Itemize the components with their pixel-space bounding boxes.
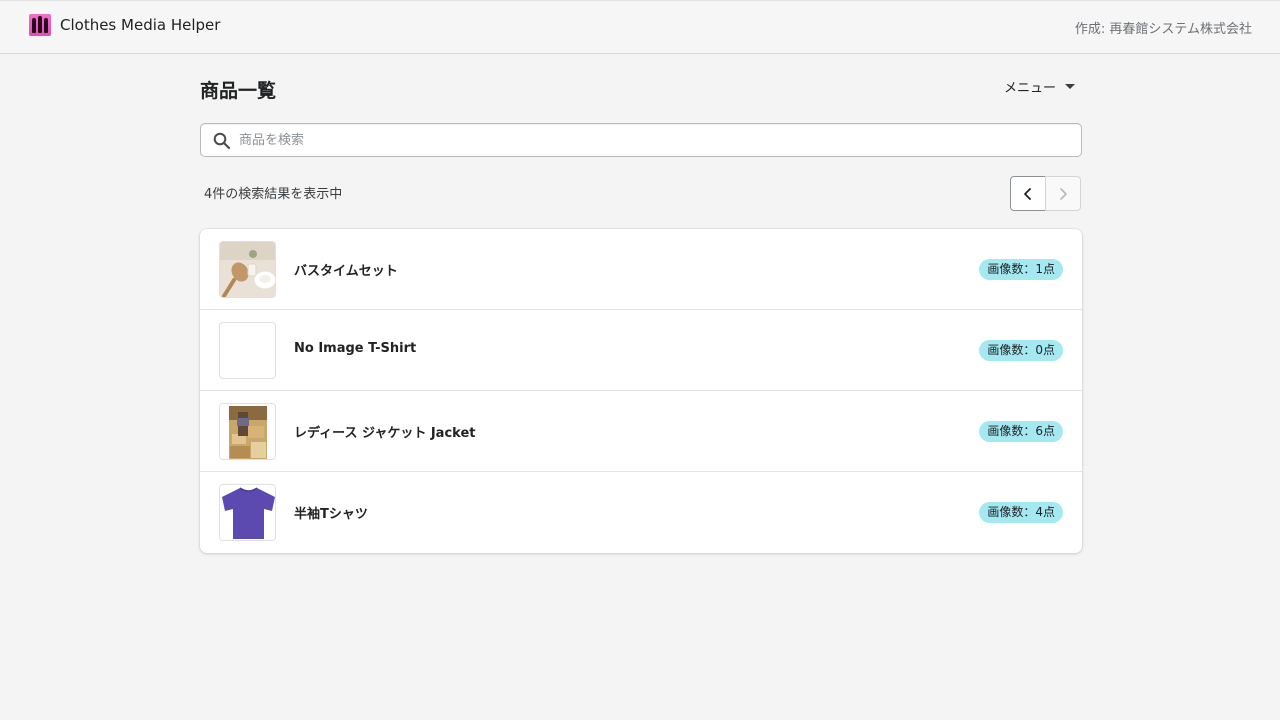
image-count-badge: 画像数：1点 — [979, 259, 1063, 280]
product-row[interactable]: バスタイムセット 画像数：1点 — [200, 229, 1082, 310]
tshirt-image — [220, 485, 275, 540]
search-bar[interactable] — [200, 123, 1082, 157]
app-name: Clothes Media Helper — [60, 16, 221, 34]
menu-button[interactable]: メニュー — [1004, 76, 1076, 96]
product-name: 半袖Tシャツ — [294, 507, 368, 522]
app-logo-icon — [29, 14, 51, 36]
product-thumbnail — [219, 403, 276, 460]
image-count-badge: 画像数：4点 — [979, 502, 1063, 523]
bath-set-image — [220, 242, 275, 297]
product-name: バスタイムセット — [294, 264, 398, 279]
search-input[interactable] — [239, 130, 1059, 150]
product-thumbnail — [219, 484, 276, 541]
product-thumbnail-empty — [219, 322, 276, 379]
image-count-badge: 画像数：0点 — [979, 340, 1063, 361]
pagination — [1010, 176, 1081, 211]
image-count-badge: 画像数：6点 — [979, 421, 1063, 442]
product-row[interactable]: 半袖Tシャツ 画像数：4点 — [200, 472, 1082, 553]
top-bar: Clothes Media Helper 作成: 再春館システム株式会社 — [0, 0, 1280, 54]
product-thumbnail — [219, 241, 276, 298]
creator-credit: 作成: 再春館システム株式会社 — [1074, 22, 1252, 37]
result-count: 4件の検索結果を表示中 — [204, 187, 343, 202]
search-icon — [213, 132, 231, 150]
product-name: レディース ジャケット Jacket — [294, 426, 476, 441]
product-row[interactable]: レディース ジャケット Jacket 画像数：6点 — [200, 391, 1082, 472]
product-row[interactable]: No Image T-Shirt 画像数：0点 — [200, 310, 1082, 391]
chevron-left-icon — [1024, 187, 1031, 200]
product-list: バスタイムセット 画像数：1点 No Image T-Shirt 画像数：0点 … — [200, 229, 1082, 553]
previous-page-button[interactable] — [1010, 176, 1046, 211]
brand[interactable]: Clothes Media Helper — [29, 14, 220, 36]
chevron-right-icon — [1060, 187, 1067, 200]
next-page-button[interactable] — [1045, 176, 1081, 211]
product-name: No Image T-Shirt — [294, 341, 417, 356]
jacket-image — [220, 404, 275, 459]
page-title: 商品一覧 — [200, 80, 277, 102]
menu-button-label: メニュー — [1004, 80, 1057, 96]
chevron-down-icon — [1065, 83, 1076, 89]
